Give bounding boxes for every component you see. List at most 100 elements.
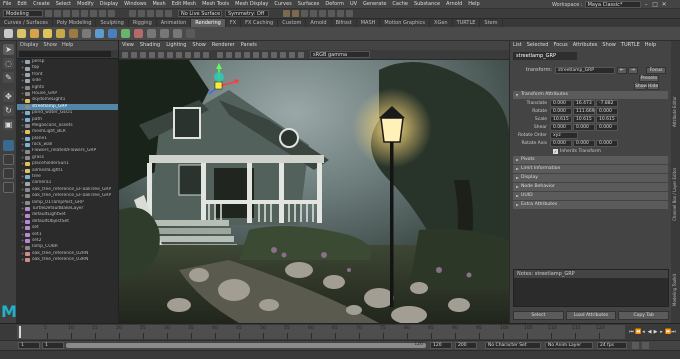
- select-object-icon[interactable]: [99, 10, 106, 17]
- menu-item-curves[interactable]: Curves: [271, 0, 294, 8]
- shelf-tab-sculpting[interactable]: Sculpting: [96, 19, 129, 27]
- playback-end-field[interactable]: 120: [430, 342, 452, 349]
- color-management-dropdown[interactable]: sRGB gamma: [310, 51, 370, 58]
- shear-z-field[interactable]: 0.000: [596, 124, 618, 131]
- section-limit-information[interactable]: Limit Information: [513, 165, 668, 173]
- redo-icon[interactable]: [81, 10, 88, 17]
- create-camera-icon[interactable]: [4, 29, 13, 38]
- snap-view-icon[interactable]: [156, 10, 163, 17]
- arnold-view-icon[interactable]: [346, 10, 353, 17]
- snap-point-icon[interactable]: [147, 10, 154, 17]
- wireframe-icon[interactable]: [217, 51, 223, 58]
- spot-light-icon[interactable]: [56, 29, 65, 38]
- surface-shader-icon[interactable]: [134, 29, 143, 38]
- snap-curve-icon[interactable]: [138, 10, 145, 17]
- phong-material-icon[interactable]: [121, 29, 130, 38]
- menu-item-file[interactable]: File: [0, 0, 14, 8]
- shelf-tab-mash[interactable]: MASH: [357, 19, 381, 27]
- side-tab-channel-box[interactable]: Channel Box / Layer Editor: [672, 131, 679, 221]
- smooth-shade-icon[interactable]: [226, 51, 232, 58]
- menu-item-select[interactable]: Select: [53, 0, 74, 8]
- render-settings-shelf-icon[interactable]: [173, 29, 182, 38]
- notes-panel[interactable]: Notes: streetlamp_GRP: [513, 269, 669, 307]
- ipr-render-icon[interactable]: [292, 10, 299, 17]
- ipr-icon[interactable]: [160, 29, 169, 38]
- shear-y-field[interactable]: 0.000: [573, 124, 595, 131]
- play-forwards-icon[interactable]: ▶: [653, 329, 658, 335]
- node-tab[interactable]: streetlamp_GRP: [513, 52, 577, 60]
- viewport-menu-view[interactable]: View: [122, 41, 134, 50]
- save-scene-icon[interactable]: [63, 10, 70, 17]
- rotate-axis-y-field[interactable]: 0.000: [573, 140, 595, 147]
- animation-end-field[interactable]: 200: [455, 342, 477, 349]
- shelf-tab-poly-modeling[interactable]: Poly Modeling: [53, 19, 97, 27]
- menu-set-dropdown[interactable]: Modeling: [3, 10, 43, 17]
- select-component-icon[interactable]: [108, 10, 115, 17]
- rotate-axis-z-field[interactable]: 0.000: [596, 140, 618, 147]
- attribute-menu-show[interactable]: Show: [602, 41, 616, 50]
- attribute-menu-focus[interactable]: Focus: [553, 41, 567, 50]
- presets-button[interactable]: Presets: [639, 74, 659, 82]
- load-attributes-button[interactable]: Load Attributes: [565, 311, 617, 320]
- menu-item-mesh[interactable]: Mesh: [149, 0, 168, 8]
- snap-surface-icon[interactable]: [165, 10, 172, 17]
- new-scene-icon[interactable]: [45, 10, 52, 17]
- fps-dropdown[interactable]: 24 fps: [597, 342, 627, 349]
- translate-x-field[interactable]: 0.000: [550, 100, 572, 107]
- close-icon[interactable]: ✕: [661, 1, 668, 8]
- shelf-tab-animation[interactable]: Animation: [157, 19, 192, 27]
- outliner-layout-icon[interactable]: [3, 168, 14, 179]
- go-to-end-icon[interactable]: ⏭: [671, 329, 676, 335]
- point-light-icon[interactable]: [43, 29, 52, 38]
- area-light-icon[interactable]: [69, 29, 78, 38]
- field-chart-icon[interactable]: [194, 51, 200, 58]
- xray-icon[interactable]: [298, 51, 304, 58]
- transform-attributes-section[interactable]: Transform Attributes: [513, 91, 668, 99]
- section-node-behavior[interactable]: Node Behavior: [513, 183, 668, 191]
- shelf-tab-fx[interactable]: FX: [226, 19, 242, 27]
- translate-y-field[interactable]: 16.473: [573, 100, 595, 107]
- animation-start-field[interactable]: 1: [18, 342, 40, 349]
- select-hierarchy-icon[interactable]: [90, 10, 97, 17]
- select-camera-icon[interactable]: [122, 51, 128, 58]
- shelf-tab-turtle[interactable]: TURTLE: [453, 19, 481, 27]
- lights-icon[interactable]: [244, 51, 250, 58]
- shelf-tab-motion-graphics[interactable]: Motion Graphics: [380, 19, 431, 27]
- rotate-y-field[interactable]: 111.669: [573, 108, 595, 115]
- attribute-menu-selected[interactable]: Selected: [527, 41, 549, 50]
- minimize-icon[interactable]: –: [643, 1, 650, 8]
- scale-tool-icon[interactable]: ▣: [3, 119, 14, 130]
- menu-item-help[interactable]: Help: [465, 0, 482, 8]
- section-pivots[interactable]: Pivots: [513, 156, 668, 164]
- inherits-transform-checkbox[interactable]: ✓: [553, 149, 558, 154]
- scale-y-field[interactable]: 10.615: [573, 116, 595, 123]
- shelf-tab-fx-caching[interactable]: FX Caching: [241, 19, 279, 27]
- menu-item-display[interactable]: Display: [97, 0, 121, 8]
- symmetry-dropdown[interactable]: Symmetry: Off: [225, 10, 269, 17]
- motion-blur-icon[interactable]: [271, 51, 277, 58]
- current-time-indicator[interactable]: [19, 326, 21, 338]
- step-back-key-icon[interactable]: ⏪: [635, 329, 641, 335]
- range-bar[interactable]: 120: [66, 342, 426, 348]
- outliner-search[interactable]: [17, 50, 118, 59]
- menu-item-deform[interactable]: Deform: [322, 0, 347, 8]
- viewport-menu-shading[interactable]: Shading: [140, 41, 160, 50]
- section-display[interactable]: Display: [513, 174, 668, 182]
- workspace-dropdown[interactable]: Maya Classic*: [584, 1, 641, 8]
- menu-item-create[interactable]: Create: [30, 0, 53, 8]
- go-to-start-icon[interactable]: ⏮: [629, 329, 634, 335]
- shelf-tab-xgen[interactable]: XGen: [430, 19, 453, 27]
- scale-x-field[interactable]: 10.615: [550, 116, 572, 123]
- playback-start-field[interactable]: 1: [42, 342, 64, 349]
- shear-x-field[interactable]: 0.000: [550, 124, 572, 131]
- undo-icon[interactable]: [72, 10, 79, 17]
- render-settings-icon[interactable]: [301, 10, 308, 17]
- film-gate-icon[interactable]: [167, 51, 173, 58]
- ambient-light-icon[interactable]: [17, 29, 26, 38]
- shelf-tab-rigging[interactable]: Rigging: [129, 19, 157, 27]
- menu-item-surfaces[interactable]: Surfaces: [295, 0, 323, 8]
- command-line[interactable]: [0, 350, 680, 359]
- arnold-ipr-icon[interactable]: [337, 10, 344, 17]
- directional-light-icon[interactable]: [30, 29, 39, 38]
- menu-item-generate[interactable]: Generate: [360, 0, 389, 8]
